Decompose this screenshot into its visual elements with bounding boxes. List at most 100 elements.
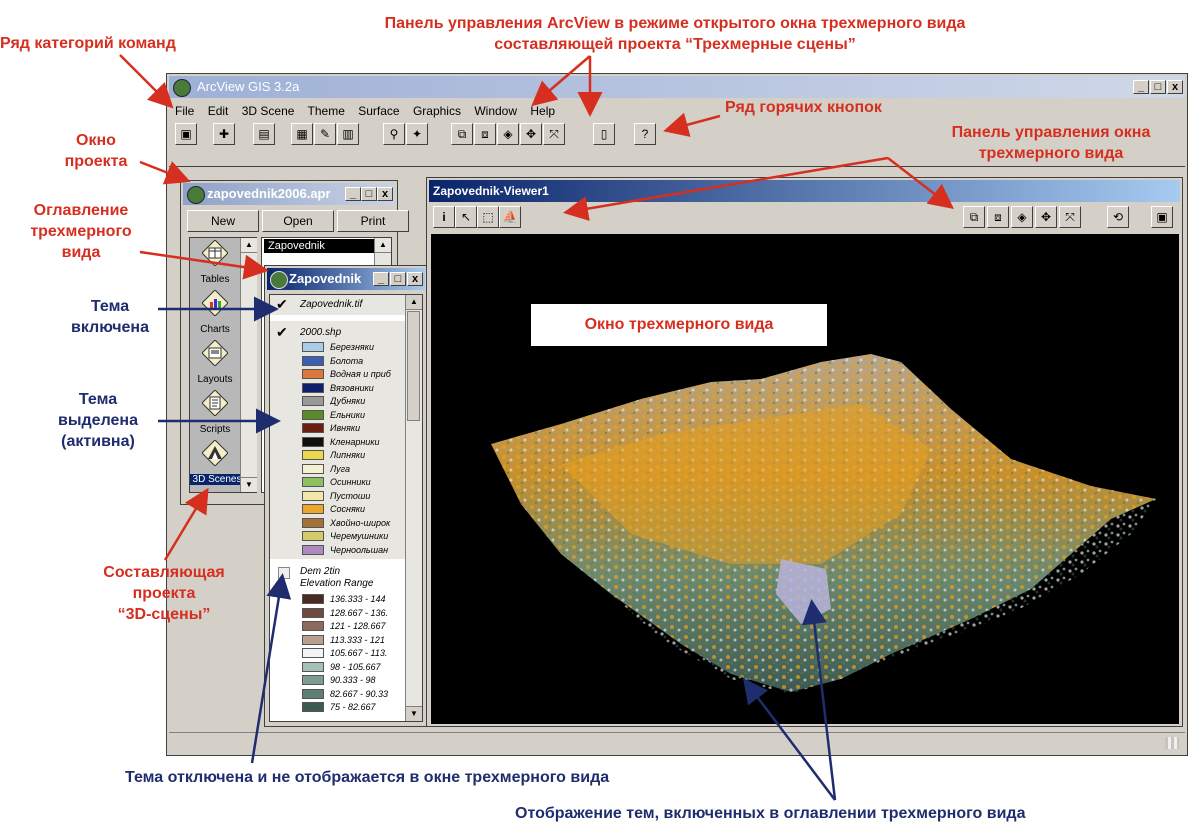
open-table-button[interactable]: ▥ (337, 123, 359, 145)
legend-item[interactable]: Водная и приб (270, 368, 420, 381)
doc-item-tables[interactable]: Tables (190, 238, 240, 288)
scroll-down-icon[interactable]: ▼ (406, 706, 422, 721)
legend-item[interactable]: Черемушники (270, 530, 420, 543)
doc-item-3d-scenes[interactable]: 3D Scenes (190, 438, 244, 490)
legend-item[interactable]: Липняки (270, 449, 420, 462)
zoom-full-button[interactable]: ⧉ (451, 123, 473, 145)
viewer-zoom-selected-button[interactable]: ◈ (1011, 206, 1033, 228)
theme-visible-checkbox[interactable]: ✔ (276, 324, 288, 341)
legend-item[interactable]: Березняки (270, 341, 420, 354)
toc-title-bar[interactable]: Zapovednik _ □ x (267, 268, 425, 290)
legend-item[interactable]: Ельники (270, 409, 420, 422)
legend-swatch (302, 477, 324, 487)
zoom-out-button[interactable]: ⤧ (543, 123, 565, 145)
legend-item[interactable]: Сосняки (270, 503, 420, 516)
project-close-button[interactable]: x (377, 187, 393, 201)
toc-close-button[interactable]: x (407, 272, 423, 286)
viewer-zoom-active-button[interactable]: ⧈ (987, 206, 1009, 228)
zoom-active-button[interactable]: ⧈ (474, 123, 496, 145)
menu-graphics[interactable]: Graphics (413, 104, 461, 118)
layout-button[interactable]: ▯ (593, 123, 615, 145)
menu-edit[interactable]: Edit (208, 104, 229, 118)
scroll-down-icon[interactable]: ▼ (241, 477, 257, 492)
doc-list-item[interactable]: Zapovednik (264, 239, 380, 253)
toc-scrollbar[interactable]: ▲ ▼ (405, 295, 422, 721)
zoom-in-button[interactable]: ✥ (520, 123, 542, 145)
open-button[interactable]: Open (262, 210, 334, 232)
legend-item[interactable]: 75 - 82.667 (270, 701, 420, 714)
viewer-title-bar[interactable]: Zapovednik-Viewer1 (429, 180, 1180, 202)
theme-properties-button[interactable]: ▦ (291, 123, 313, 145)
new-button[interactable]: New (187, 210, 259, 232)
toc-minimize-button[interactable]: _ (373, 272, 389, 286)
legend-item[interactable]: Ивняки (270, 422, 420, 435)
minimize-button[interactable]: _ (1133, 80, 1149, 94)
viewer-save-button[interactable]: ▣ (1151, 206, 1173, 228)
legend-item[interactable]: Луга (270, 463, 420, 476)
legend-item[interactable]: Хвойно-широк (270, 517, 420, 530)
identify-tool[interactable]: i (433, 206, 455, 228)
close-button[interactable]: x (1167, 80, 1183, 94)
doc-item-charts[interactable]: Charts (190, 288, 240, 338)
annotation-panel-title-line2: составляющей проекта “Трехмерные сцены” (494, 36, 856, 53)
viewer-zoom-out-button[interactable]: ⤧ (1059, 206, 1081, 228)
theme-visible-checkbox-off[interactable] (278, 567, 290, 579)
legend-item[interactable]: 82.667 - 90.33 (270, 688, 420, 701)
legend-item[interactable]: Кленарники (270, 436, 420, 449)
legend-item[interactable]: Болота (270, 355, 420, 368)
resize-grip-icon[interactable] (1165, 737, 1179, 749)
doc-types-scrollbar[interactable]: ▲ ▼ (240, 238, 257, 492)
legend-item[interactable]: 90.333 - 98 (270, 674, 420, 687)
add-theme-button[interactable]: ✚ (213, 123, 235, 145)
theme-2000-shp[interactable]: ✔ 2000.shp Березняки Болота Водная и приб В… (270, 321, 406, 559)
menu-help[interactable]: Help (530, 104, 555, 118)
project-maximize-button[interactable]: □ (361, 187, 377, 201)
theme-zapovednik-tif[interactable]: ✔ Zapovednik.tif (270, 295, 406, 315)
menu-file[interactable]: File (175, 104, 194, 118)
main-title-bar[interactable]: ArcView GIS 3.2a _ □ x (169, 76, 1185, 98)
query-button[interactable]: ✦ (406, 123, 428, 145)
project-minimize-button[interactable]: _ (345, 187, 361, 201)
legend-item[interactable]: 121 - 128.667 (270, 620, 420, 633)
toc-maximize-button[interactable]: □ (390, 272, 406, 286)
viewer-rotate-button[interactable]: ⟲ (1107, 206, 1129, 228)
legend-item[interactable]: 113.333 - 121 (270, 634, 420, 647)
scroll-thumb[interactable] (407, 311, 420, 421)
scroll-up-icon[interactable]: ▲ (241, 238, 257, 253)
menu-theme[interactable]: Theme (308, 104, 345, 118)
menu-surface[interactable]: Surface (358, 104, 399, 118)
legend-item[interactable]: 128.667 - 136. (270, 607, 420, 620)
legend-item[interactable]: Пустоши (270, 490, 420, 503)
doc-item-scripts[interactable]: Scripts (190, 388, 240, 438)
legend-item[interactable]: 136.333 - 144 (270, 593, 420, 606)
doc-item-layouts[interactable]: Layouts (190, 338, 240, 388)
legend-item[interactable]: Черноольшан (270, 544, 420, 557)
annotation-hotkeys: Ряд горячих кнопок (725, 99, 882, 116)
find-button[interactable]: ⚲ (383, 123, 405, 145)
legend-item[interactable]: Дубняки (270, 395, 420, 408)
save-project-button[interactable]: ▣ (175, 123, 197, 145)
navigate-tool[interactable]: ⛵ (499, 206, 521, 228)
zoom-selected-button[interactable]: ◈ (497, 123, 519, 145)
select-feature-tool[interactable]: ⬚ (477, 206, 499, 228)
theme-visible-checkbox[interactable]: ✔ (276, 296, 288, 313)
project-title-bar[interactable]: zapovednik2006.apr _ □ x (183, 183, 395, 205)
viewer-zoom-in-button[interactable]: ✥ (1035, 206, 1057, 228)
viewer-zoom-full-button[interactable]: ⧉ (963, 206, 985, 228)
select-tool[interactable]: ↖ (455, 206, 477, 228)
legend-item[interactable]: 98 - 105.667 (270, 661, 420, 674)
edit-legend-button[interactable]: ✎ (314, 123, 336, 145)
print-button[interactable]: Print (337, 210, 409, 232)
scroll-up-icon[interactable]: ▲ (375, 238, 391, 253)
scene-3d-canvas[interactable]: Окно трехмерного вида (431, 234, 1179, 724)
scroll-up-icon[interactable]: ▲ (406, 295, 422, 310)
menu-window[interactable]: Window (474, 104, 517, 118)
theme-dem-2tin[interactable]: Dem 2tin Elevation Range 136.333 - 144 12… (270, 563, 406, 719)
properties-button[interactable]: ▤ (253, 123, 275, 145)
legend-item[interactable]: 105.667 - 113. (270, 647, 420, 660)
maximize-button[interactable]: □ (1150, 80, 1166, 94)
legend-item[interactable]: Вязовники (270, 382, 420, 395)
menu-3d-scene[interactable]: 3D Scene (242, 104, 295, 118)
legend-item[interactable]: Осинники (270, 476, 420, 489)
help-button[interactable]: ? (634, 123, 656, 145)
